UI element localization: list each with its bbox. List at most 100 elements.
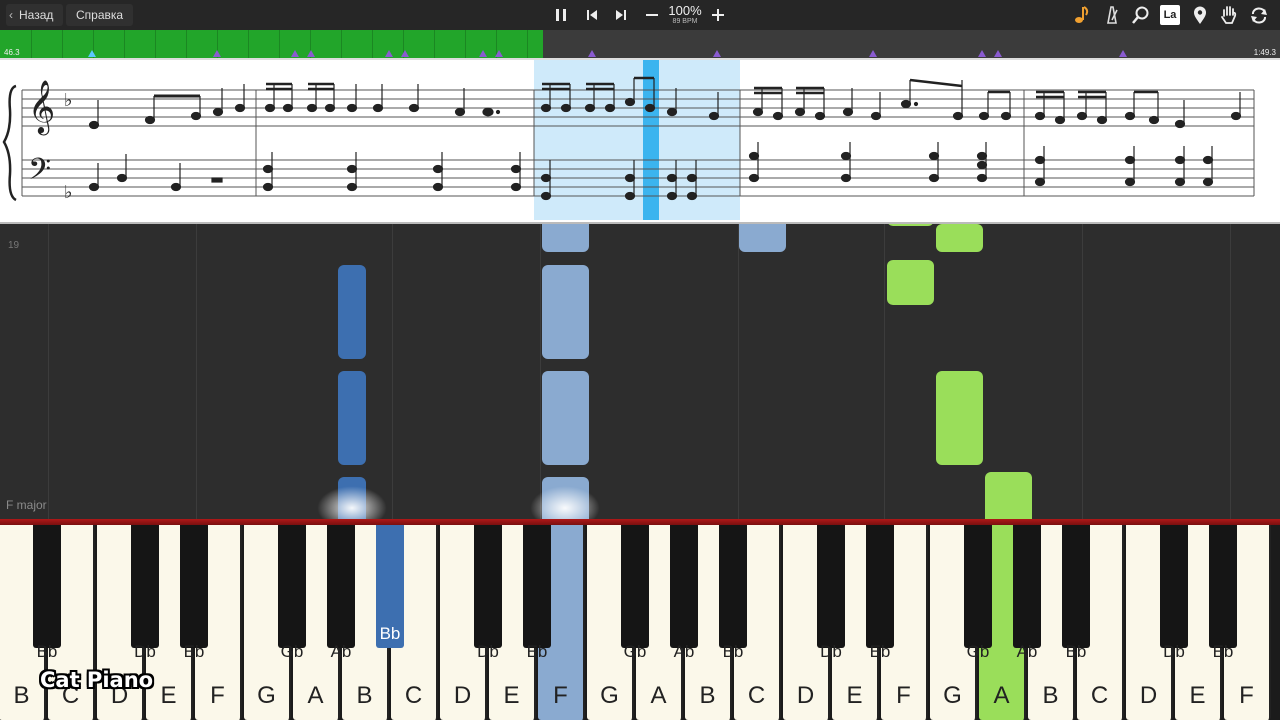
timeline-marker[interactable] <box>88 50 96 57</box>
piano-key-label: F <box>210 682 225 709</box>
piano-key[interactable]: Ab <box>670 525 698 661</box>
piano-key[interactable]: Eb <box>866 525 894 661</box>
piano-key-label: Bb <box>1065 642 1087 661</box>
language-icon[interactable]: La <box>1160 5 1180 25</box>
piano-key-label: Gb <box>966 642 990 661</box>
song-timeline[interactable]: 46.3 1:49.3 <box>0 30 1280 58</box>
timeline-progress <box>0 30 543 58</box>
piano-key-label: G <box>600 682 619 709</box>
synthesia-window: ‹ Назад Справка 100% 89 BPM La 46.3 1:49… <box>0 0 1280 720</box>
piano-key-label: Db <box>134 642 156 661</box>
timeline-marker[interactable] <box>291 50 299 57</box>
timeline-marker[interactable] <box>307 50 315 57</box>
piano-key[interactable]: Gb <box>964 525 992 661</box>
piano-key-label: Eb <box>869 642 891 661</box>
piano-key[interactable]: Bb <box>1062 525 1090 661</box>
piano-key-label: F <box>1239 682 1254 709</box>
svg-text:♭: ♭ <box>64 182 73 203</box>
chevron-left-icon: ‹ <box>9 8 13 22</box>
falling-note <box>338 371 366 465</box>
piano-key[interactable]: Db <box>474 525 502 661</box>
piano-key[interactable]: Eb <box>1209 525 1237 661</box>
back-button[interactable]: ‹ Назад <box>6 4 64 26</box>
timeline-marker[interactable] <box>588 50 596 57</box>
piano-key[interactable]: Db <box>817 525 845 661</box>
timeline-marker[interactable] <box>869 50 877 57</box>
piano-key[interactable]: Bb <box>33 525 61 661</box>
piano-key-label: Eb <box>526 642 548 661</box>
note-icon[interactable] <box>1071 4 1093 26</box>
metronome-icon[interactable] <box>1101 4 1123 26</box>
timeline-marker[interactable] <box>713 50 721 57</box>
piano-key[interactable]: Ab <box>1013 525 1041 661</box>
piano-key[interactable]: Eb <box>180 525 208 661</box>
help-button[interactable]: Справка <box>66 4 134 26</box>
falling-notes-area: 19 F major <box>0 224 1280 520</box>
piano-key[interactable]: Gb <box>278 525 306 661</box>
timeline-end-time: 1:49.3 <box>1253 48 1276 57</box>
piano-key[interactable]: Db <box>1160 525 1188 661</box>
hand-icon[interactable] <box>1218 4 1240 26</box>
svg-text:𝄢: 𝄢 <box>28 153 51 194</box>
tempo-display[interactable]: 100% 89 BPM <box>663 4 707 26</box>
falling-note <box>936 371 983 465</box>
back-button-label: Назад <box>19 8 54 22</box>
skip-forward-icon[interactable] <box>610 5 632 25</box>
falling-note <box>887 260 934 305</box>
piano-key-label: Db <box>477 642 499 661</box>
falling-note <box>542 224 589 252</box>
piano-key-label: Bb <box>36 642 58 661</box>
piano-key-label: Ab <box>330 642 352 661</box>
piano-key-label: G <box>943 682 962 709</box>
timeline-marker[interactable] <box>213 50 221 57</box>
piano-key-label: Bb <box>722 642 744 661</box>
piano-key[interactable]: Db <box>131 525 159 661</box>
piano-key[interactable]: Gb <box>621 525 649 661</box>
timeline-marker[interactable] <box>978 50 986 57</box>
piano-key[interactable]: Bb <box>719 525 747 661</box>
piano-key-label: A <box>307 682 324 709</box>
piano-key-label: F <box>896 682 911 709</box>
timeline-marker[interactable] <box>401 50 409 57</box>
timeline-marker[interactable] <box>385 50 393 57</box>
piano-key[interactable]: Ab <box>327 525 355 661</box>
piano-key-label: D <box>453 682 472 709</box>
top-toolbar: ‹ Назад Справка 100% 89 BPM La <box>0 0 1280 30</box>
piano-key[interactable]: Eb <box>523 525 551 661</box>
timeline-marker[interactable] <box>1119 50 1127 57</box>
piano-key-label: E <box>846 682 863 709</box>
piano-key-label: Gb <box>280 642 304 661</box>
piano-key-label: Bb <box>379 624 401 643</box>
falling-note <box>985 472 1032 520</box>
piano-key-label: B <box>699 682 716 709</box>
search-icon[interactable] <box>1130 4 1152 26</box>
skip-back-icon[interactable] <box>581 5 603 25</box>
timeline-marker[interactable] <box>994 50 1002 57</box>
piano-key-label: D <box>1139 682 1158 709</box>
falling-note <box>936 224 983 252</box>
pause-icon[interactable] <box>550 5 572 25</box>
watermark-text: Cat Piano <box>40 668 154 692</box>
piano-key-label: C <box>747 682 766 709</box>
piano-keyboard[interactable]: B C D E F G A B C D E F G A B C D E F G A B C D E F Bb Db Eb Gb Ab Bb Db… <box>0 525 1280 720</box>
timeline-marker[interactable] <box>495 50 503 57</box>
sheet-music-panel[interactable]: 𝄞 𝄢 ♭ ♭ <box>0 58 1280 224</box>
note-hit-glow <box>317 486 387 520</box>
piano-key-label: Ab <box>673 642 695 661</box>
piano-key[interactable]: Bb <box>376 525 404 648</box>
measure-number: 19 <box>8 240 20 251</box>
piano-key-label: E <box>503 682 520 709</box>
marker-icon[interactable] <box>1189 4 1211 26</box>
tempo-bpm: 89 BPM <box>672 18 698 25</box>
minus-icon[interactable] <box>641 5 663 25</box>
help-button-label: Справка <box>76 8 124 22</box>
piano-key-label: C <box>404 682 423 709</box>
piano-key-label: B <box>13 682 30 709</box>
plus-icon[interactable] <box>707 5 729 25</box>
piano-key-label: Db <box>1163 642 1185 661</box>
tempo-percent: 100% <box>668 3 702 18</box>
timeline-marker[interactable] <box>479 50 487 57</box>
piano-key-label: B <box>356 682 373 709</box>
loop-icon[interactable] <box>1248 4 1270 26</box>
svg-text:𝄞: 𝄞 <box>28 79 55 135</box>
